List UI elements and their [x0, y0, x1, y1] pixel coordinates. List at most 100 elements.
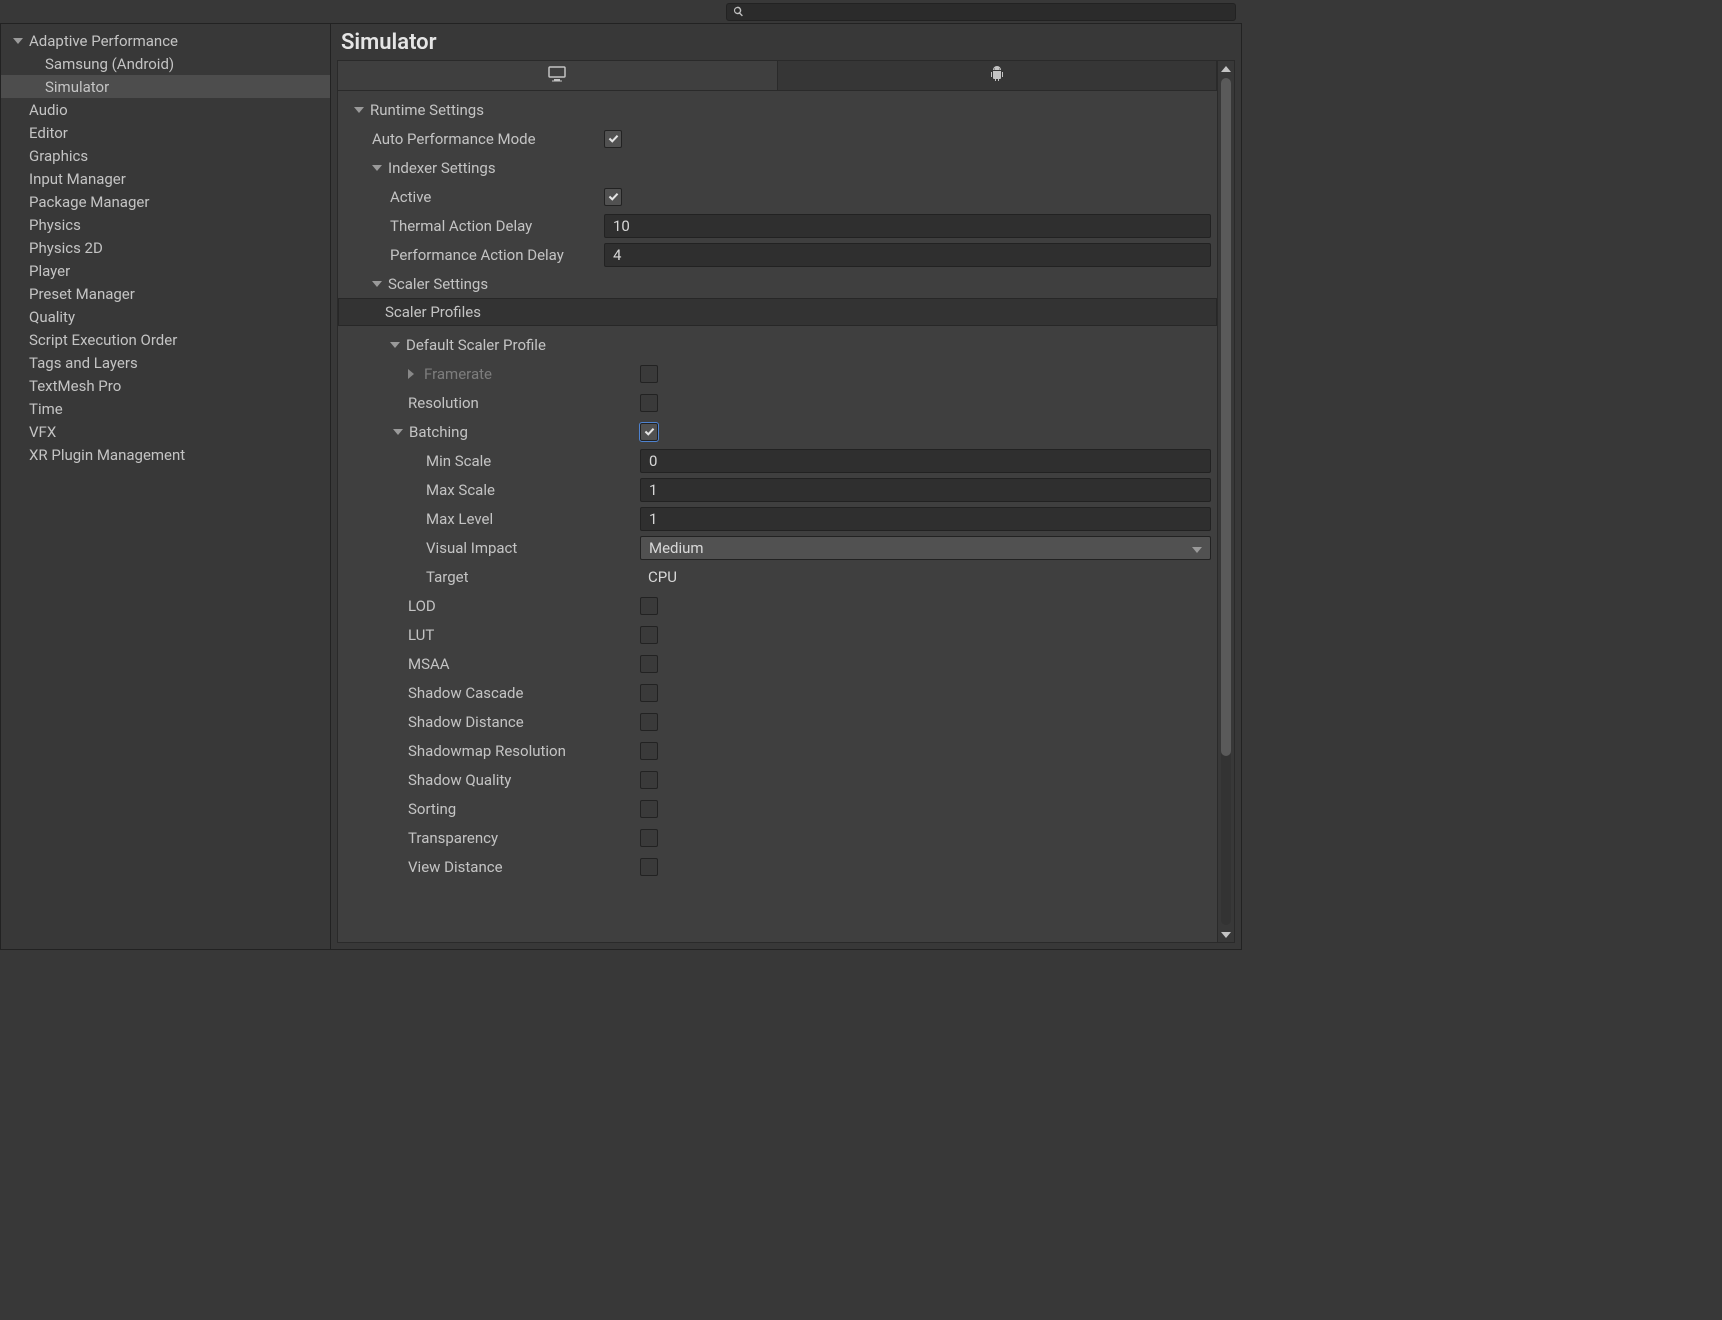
value-target: CPU	[640, 568, 677, 586]
scrollbar-track[interactable]	[1221, 78, 1231, 925]
sidebar-item-label: Adaptive Performance	[29, 32, 178, 50]
vertical-scrollbar[interactable]	[1217, 61, 1234, 942]
section-scaler-settings[interactable]: Scaler Settings	[344, 275, 488, 293]
search-input[interactable]	[748, 5, 1229, 19]
tab-android[interactable]	[777, 61, 1218, 91]
chevron-down-icon	[354, 107, 364, 113]
search-icon	[733, 2, 744, 21]
sidebar-item-editor[interactable]: Editor	[1, 121, 330, 144]
sidebar-item-label: Input Manager	[29, 170, 126, 188]
sidebar-item-label: Tags and Layers	[29, 354, 138, 372]
platform-tabs	[338, 61, 1217, 91]
label-max-level: Max Level	[344, 510, 604, 528]
checkbox-sorting[interactable]	[640, 800, 658, 818]
label-batching[interactable]: Batching	[344, 423, 604, 441]
chevron-down-icon	[390, 342, 400, 348]
sidebar-item-label: Samsung (Android)	[45, 55, 174, 73]
scroll-down-button[interactable]	[1219, 927, 1234, 942]
sidebar-item-label: Package Manager	[29, 193, 149, 211]
scroll-up-button[interactable]	[1219, 61, 1234, 76]
scaler-profiles-bar[interactable]: Scaler Profiles	[338, 298, 1217, 326]
sidebar-item-label: Player	[29, 262, 70, 280]
label-auto-performance-mode: Auto Performance Mode	[344, 130, 604, 148]
input-max-level[interactable]	[640, 507, 1211, 531]
sidebar-item-label: Physics 2D	[29, 239, 103, 257]
label-lut: LUT	[344, 626, 604, 644]
sidebar-item-preset-manager[interactable]: Preset Manager	[1, 282, 330, 305]
checkbox-indexer-active[interactable]	[604, 188, 622, 206]
checkbox-shadowmap-resolution[interactable]	[640, 742, 658, 760]
sidebar-item-graphics[interactable]: Graphics	[1, 144, 330, 167]
label-shadow-cascade: Shadow Cascade	[344, 684, 604, 702]
label-indexer-active: Active	[344, 188, 604, 206]
sidebar-item-audio[interactable]: Audio	[1, 98, 330, 121]
sidebar-item-time[interactable]: Time	[1, 397, 330, 420]
tab-desktop[interactable]	[338, 61, 777, 91]
chevron-down-icon	[1192, 539, 1202, 557]
label-shadow-distance: Shadow Distance	[344, 713, 604, 731]
input-performance-action-delay[interactable]	[604, 243, 1211, 267]
label-performance-action-delay: Performance Action Delay	[344, 246, 604, 264]
sidebar-item-input-manager[interactable]: Input Manager	[1, 167, 330, 190]
checkbox-transparency[interactable]	[640, 829, 658, 847]
sidebar-item-label: VFX	[29, 423, 56, 441]
label-shadowmap-resolution: Shadowmap Resolution	[344, 742, 604, 760]
label-resolution: Resolution	[344, 394, 604, 412]
chevron-down-icon	[1221, 932, 1231, 938]
content-header: Simulator	[331, 24, 1241, 60]
sidebar-item-label: Graphics	[29, 147, 88, 165]
sidebar-item-label: Physics	[29, 216, 81, 234]
search-box[interactable]	[726, 3, 1236, 21]
sidebar-item-simulator[interactable]: Simulator	[1, 75, 330, 98]
section-default-scaler-profile[interactable]: Default Scaler Profile	[344, 336, 546, 354]
checkbox-lut[interactable]	[640, 626, 658, 644]
label-lod: LOD	[344, 597, 604, 615]
sidebar-item-physics[interactable]: Physics	[1, 213, 330, 236]
checkbox-framerate[interactable]	[640, 365, 658, 383]
chevron-down-icon	[13, 38, 23, 44]
label-target: Target	[344, 568, 604, 586]
sidebar-item-label: TextMesh Pro	[29, 377, 121, 395]
sidebar-item-player[interactable]: Player	[1, 259, 330, 282]
page-title: Simulator	[341, 30, 437, 55]
checkbox-shadow-cascade[interactable]	[640, 684, 658, 702]
checkbox-resolution[interactable]	[640, 394, 658, 412]
input-max-scale[interactable]	[640, 478, 1211, 502]
sidebar-item-adaptive-performance[interactable]: Adaptive Performance	[1, 29, 330, 52]
checkbox-lod[interactable]	[640, 597, 658, 615]
label-visual-impact: Visual Impact	[344, 539, 604, 557]
checkbox-shadow-distance[interactable]	[640, 713, 658, 731]
checkbox-auto-performance-mode[interactable]	[604, 130, 622, 148]
section-runtime-settings[interactable]: Runtime Settings	[344, 101, 484, 119]
sidebar-item-xr-plugin-management[interactable]: XR Plugin Management	[1, 443, 330, 466]
sidebar-item-physics-2d[interactable]: Physics 2D	[1, 236, 330, 259]
monitor-icon	[548, 66, 566, 86]
sidebar: Adaptive Performance Samsung (Android) S…	[1, 24, 331, 949]
label-thermal-action-delay: Thermal Action Delay	[344, 217, 604, 235]
label-max-scale: Max Scale	[344, 481, 604, 499]
sidebar-item-label: Audio	[29, 101, 68, 119]
sidebar-item-package-manager[interactable]: Package Manager	[1, 190, 330, 213]
sidebar-item-vfx[interactable]: VFX	[1, 420, 330, 443]
sidebar-item-script-execution-order[interactable]: Script Execution Order	[1, 328, 330, 351]
scrollbar-thumb[interactable]	[1221, 78, 1231, 756]
sidebar-item-label: XR Plugin Management	[29, 446, 185, 464]
checkbox-batching[interactable]	[640, 423, 658, 441]
section-indexer-settings[interactable]: Indexer Settings	[344, 159, 496, 177]
sidebar-item-textmesh-pro[interactable]: TextMesh Pro	[1, 374, 330, 397]
label-sorting: Sorting	[344, 800, 604, 818]
sidebar-item-tags-and-layers[interactable]: Tags and Layers	[1, 351, 330, 374]
checkbox-view-distance[interactable]	[640, 858, 658, 876]
sidebar-item-label: Quality	[29, 308, 75, 326]
label-transparency: Transparency	[344, 829, 604, 847]
input-thermal-action-delay[interactable]	[604, 214, 1211, 238]
checkbox-msaa[interactable]	[640, 655, 658, 673]
input-min-scale[interactable]	[640, 449, 1211, 473]
checkbox-shadow-quality[interactable]	[640, 771, 658, 789]
select-visual-impact[interactable]: Medium	[640, 536, 1211, 560]
sidebar-item-samsung-android[interactable]: Samsung (Android)	[1, 52, 330, 75]
label-framerate: Framerate	[344, 365, 604, 383]
label-view-distance: View Distance	[344, 858, 604, 876]
label-msaa: MSAA	[344, 655, 604, 673]
sidebar-item-quality[interactable]: Quality	[1, 305, 330, 328]
